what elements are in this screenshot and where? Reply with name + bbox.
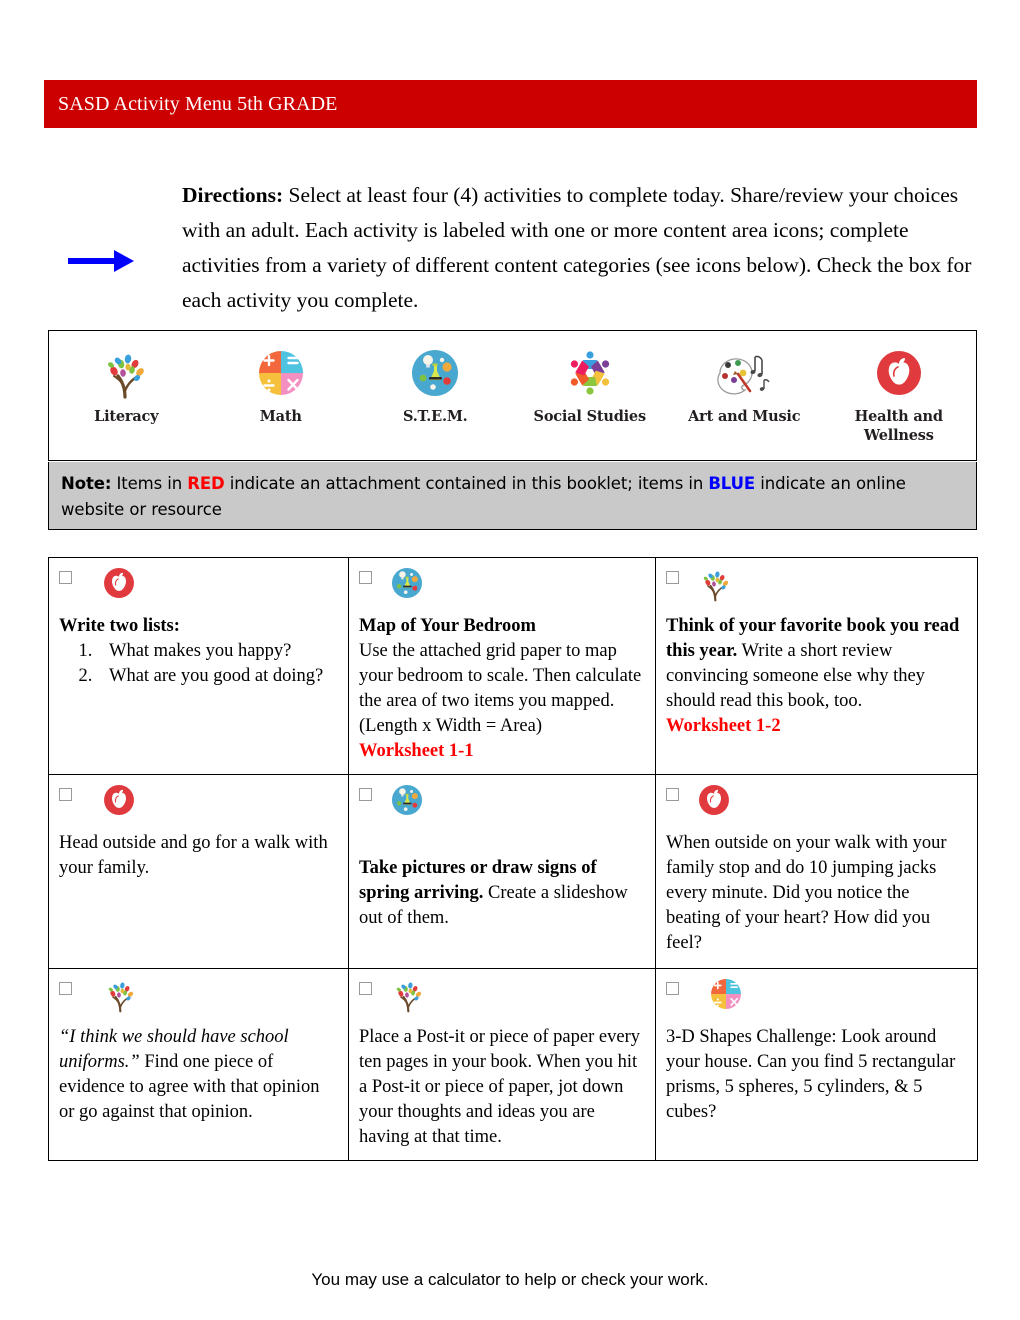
- activity-cell-3-1[interactable]: “I think we should have school uniforms.…: [48, 968, 349, 1161]
- activity-cell-header: [359, 977, 645, 1025]
- legend-item-social-studies: Social Studies: [513, 345, 668, 426]
- activity-checkbox[interactable]: [666, 982, 679, 995]
- list-item: What are you good at doing?: [97, 664, 338, 689]
- literacy-tree-icon: [102, 977, 140, 1013]
- legend-item-art-music: Art and Music: [667, 345, 822, 426]
- page-title: SASD Activity Menu 5th GRADE: [58, 92, 338, 115]
- legend-item-health-wellness: Health and Wellness: [822, 345, 977, 445]
- legend-label: Health and Wellness: [854, 408, 943, 444]
- activity-body: 3-D Shapes Challenge: Look around your h…: [666, 1027, 956, 1122]
- activity-cell-header: [59, 566, 338, 614]
- activity-list: What makes you happy? What are you good …: [59, 639, 338, 689]
- activity-worksheet-ref: Worksheet 1-2: [666, 716, 781, 736]
- note-part1: Items in: [111, 474, 188, 493]
- legend-label: Social Studies: [533, 408, 647, 425]
- legend-label: Literacy: [94, 408, 159, 425]
- health-wellness-apple-icon: [697, 783, 731, 817]
- directions-label: Directions:: [182, 183, 284, 207]
- table-row: Head outside and go for a walk with your…: [48, 774, 978, 969]
- activity-cell-3-2[interactable]: Place a Post-it or piece of paper every …: [348, 968, 656, 1161]
- activity-text: Think of your favorite book you read thi…: [666, 614, 967, 739]
- document-header-bar: SASD Activity Menu 5th GRADE: [44, 80, 977, 128]
- stem-science-circle-icon: [390, 783, 424, 817]
- activity-checkbox[interactable]: [666, 571, 679, 584]
- health-wellness-apple-icon: [102, 566, 136, 600]
- activity-cell-2-3[interactable]: When outside on your walk with your fami…: [655, 774, 978, 969]
- legend-item-stem: S.T.E.M.: [358, 345, 513, 426]
- activity-text: 3-D Shapes Challenge: Look around your h…: [666, 1025, 967, 1125]
- activity-cell-1-2[interactable]: Map of Your Bedroom Use the attached grid…: [348, 557, 656, 775]
- note-blue-word: BLUE: [708, 474, 756, 493]
- legend-label: S.T.E.M.: [402, 408, 468, 425]
- activity-cell-header: [666, 783, 967, 831]
- activity-body: Use the attached grid paper to map your …: [359, 641, 642, 736]
- activity-heading: Write two lists:: [59, 616, 180, 636]
- activity-text: Head outside and go for a walk with your…: [59, 831, 338, 881]
- stem-science-circle-icon: [390, 566, 424, 600]
- activity-text: Take pictures or draw signs of spring ar…: [359, 831, 645, 931]
- activity-body: Place a Post-it or piece of paper every …: [359, 1027, 640, 1147]
- activity-text: Place a Post-it or piece of paper every …: [359, 1025, 645, 1150]
- legend-item-literacy: Literacy: [49, 345, 204, 426]
- activity-menu-table: Write two lists: What makes you happy? W…: [48, 557, 978, 1161]
- activity-text: When outside on your walk with your fami…: [666, 831, 967, 956]
- stem-science-circle-icon: [409, 345, 461, 401]
- activity-checkbox[interactable]: [359, 788, 372, 801]
- activity-cell-2-2[interactable]: Take pictures or draw signs of spring ar…: [348, 774, 656, 969]
- health-wellness-apple-icon: [874, 345, 924, 401]
- note-red-word: RED: [187, 474, 225, 493]
- legend-label: Art and Music: [688, 408, 801, 425]
- footer-note: You may use a calculator to help or chec…: [311, 1270, 709, 1289]
- math-operations-circle-icon: [709, 977, 743, 1011]
- activity-checkbox[interactable]: [59, 788, 72, 801]
- activity-checkbox[interactable]: [59, 982, 72, 995]
- note-bar: Note: Items in RED indicate an attachmen…: [48, 462, 977, 530]
- math-operations-circle-icon: [256, 345, 306, 401]
- note-text: Note: Items in RED indicate an attachmen…: [61, 471, 964, 523]
- activity-cell-header: [666, 566, 967, 614]
- table-row: “I think we should have school uniforms.…: [48, 968, 978, 1161]
- activity-cell-header: [59, 977, 338, 1025]
- activity-cell-3-3[interactable]: 3-D Shapes Challenge: Look around your h…: [655, 968, 978, 1161]
- directions-body: Select at least four (4) activities to c…: [182, 183, 972, 312]
- directions-text: Directions: Select at least four (4) act…: [182, 178, 972, 318]
- social-studies-people-ring-icon: [563, 345, 617, 401]
- activity-cell-header: [359, 783, 645, 831]
- directions-block: Directions: Select at least four (4) act…: [182, 178, 972, 318]
- activity-body: When outside on your walk with your fami…: [666, 833, 947, 953]
- activity-checkbox[interactable]: [666, 788, 679, 801]
- activity-cell-1-1[interactable]: Write two lists: What makes you happy? W…: [48, 557, 349, 775]
- literacy-tree-icon: [98, 345, 154, 401]
- list-item: What makes you happy?: [97, 639, 338, 664]
- right-arrow-icon: [68, 250, 134, 272]
- art-music-palette-icon: [714, 345, 774, 401]
- literacy-tree-icon: [697, 566, 735, 602]
- note-part2: indicate an attachment contained in this…: [224, 474, 709, 493]
- legend-item-math: Math: [204, 345, 359, 426]
- content-area-legend: Literacy Math S.T.E.M. Social Studies Ar…: [48, 330, 977, 461]
- activity-cell-2-1[interactable]: Head outside and go for a walk with your…: [48, 774, 349, 969]
- health-wellness-apple-icon: [102, 783, 136, 817]
- activity-cell-header: [59, 783, 338, 831]
- activity-cell-header: [666, 977, 967, 1025]
- activity-text: “I think we should have school uniforms.…: [59, 1025, 338, 1125]
- legend-label: Math: [259, 408, 302, 425]
- activity-checkbox[interactable]: [59, 571, 72, 584]
- literacy-tree-icon: [390, 977, 428, 1013]
- activity-cell-1-3[interactable]: Think of your favorite book you read thi…: [655, 557, 978, 775]
- activity-worksheet-ref: Worksheet 1-1: [359, 741, 474, 761]
- activity-cell-header: [359, 566, 645, 614]
- activity-text: Map of Your Bedroom Use the attached grid…: [359, 614, 645, 764]
- table-row: Write two lists: What makes you happy? W…: [48, 557, 978, 775]
- activity-checkbox[interactable]: [359, 982, 372, 995]
- activity-checkbox[interactable]: [359, 571, 372, 584]
- activity-text: Write two lists: What makes you happy? W…: [59, 614, 338, 689]
- activity-body: Head outside and go for a walk with your…: [59, 833, 328, 878]
- note-label: Note:: [61, 474, 112, 493]
- activity-heading: Map of Your Bedroom: [359, 616, 536, 636]
